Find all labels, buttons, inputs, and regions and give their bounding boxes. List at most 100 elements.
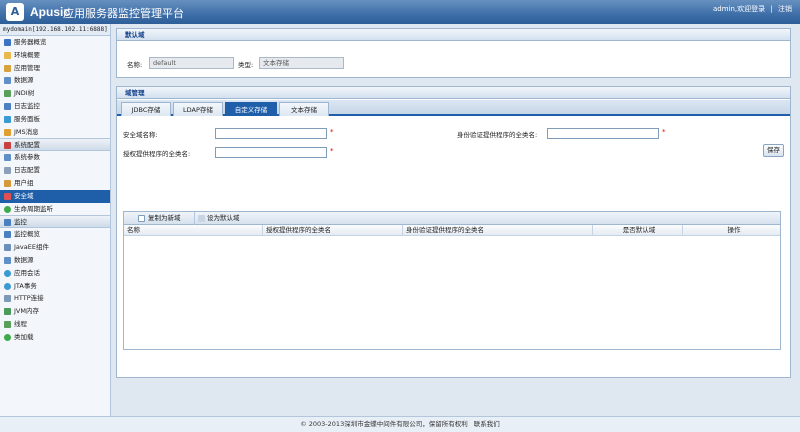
- welcome-text: 欢迎登录: [737, 5, 766, 13]
- sidebar-item-environment[interactable]: 环境概要: [0, 49, 110, 62]
- header-separator: |: [770, 5, 773, 13]
- sidebar-group-label: 监控: [14, 218, 27, 227]
- sidebar-item-sessions[interactable]: 应用会话: [0, 267, 110, 280]
- jndi-icon: [4, 90, 11, 98]
- sidebar-item-label: 环境概要: [14, 50, 40, 59]
- sidebar-item-user-group[interactable]: 用户组: [0, 177, 110, 190]
- main-content: 默认域 名称: default 类型: 文本存储 域管理 JDBC存储 LDAP…: [111, 24, 800, 416]
- sidebar-item-lifecycle[interactable]: 生命周期监听: [0, 203, 110, 216]
- jvm-icon: [4, 308, 11, 316]
- sidebar-item-label: 服务面板: [14, 114, 40, 123]
- copy-domain-label: 复制为新域: [148, 214, 181, 222]
- sidebar-item-monitor-datasource[interactable]: 数据源: [0, 254, 110, 267]
- column-auth-provider[interactable]: 身份验证提供程序的全类名: [403, 225, 593, 236]
- domain-management-panel: 域管理 JDBC存储 LDAP存储 自定义存储 文本存储 安全域名称: * 身份…: [116, 86, 791, 378]
- sidebar-item-http[interactable]: HTTP连接: [0, 292, 110, 305]
- tab-jdbc-storage[interactable]: JDBC存储: [121, 102, 171, 116]
- tab-ldap-storage[interactable]: LDAP存储: [173, 102, 223, 116]
- sidebar-item-label: 安全域: [14, 191, 34, 200]
- domain-name-label: 名称:: [127, 61, 143, 69]
- sidebar-item-label: HTTP连接: [14, 294, 44, 303]
- column-is-default[interactable]: 是否默认域: [593, 225, 683, 236]
- sidebar-item-label: 生命周期监听: [14, 204, 53, 213]
- sidebar-item-label: 系统参数: [14, 153, 40, 162]
- classloader-icon: [4, 333, 11, 341]
- logout-link[interactable]: 注销: [778, 5, 792, 13]
- authz-provider-input[interactable]: [215, 147, 327, 158]
- set-default-icon: [198, 215, 205, 222]
- default-domain-panel: 默认域 名称: default 类型: 文本存储: [116, 28, 791, 78]
- footer: © 2003-2013深圳市金蝶中间件有限公司，保留所有权利 联系我们: [0, 416, 800, 432]
- datasource-icon: [4, 77, 11, 85]
- sidebar-group-system-config[interactable]: 系统配置: [0, 138, 110, 152]
- username: admin,: [713, 5, 738, 13]
- sidebar-item-server-overview[interactable]: 服务器概览: [0, 36, 110, 49]
- http-icon: [4, 295, 11, 303]
- sidebar-group-monitor[interactable]: 监控: [0, 215, 110, 229]
- sidebar-item-system-params[interactable]: 系统参数: [0, 151, 110, 164]
- sidebar-item-jvm[interactable]: JVM内存: [0, 305, 110, 318]
- contact-link[interactable]: 联系我们: [474, 420, 500, 428]
- column-name[interactable]: 名称: [124, 225, 263, 236]
- save-button[interactable]: 保存: [763, 144, 784, 157]
- sidebar-item-label: JNDI树: [14, 89, 35, 98]
- security-domain-name-label: 安全域名称:: [123, 131, 158, 139]
- column-actions[interactable]: 操作: [683, 225, 782, 236]
- session-icon: [4, 269, 11, 277]
- domain-type-field: 文本存储: [259, 57, 344, 69]
- sidebar-item-javaee[interactable]: JavaEE组件: [0, 241, 110, 254]
- sidebar-item-label: 日志配置: [14, 166, 40, 175]
- grid-header: 名称 授权提供程序的全类名 身份验证提供程序的全类名 是否默认域 操作: [124, 225, 780, 236]
- sidebar-item-label: 应用会话: [14, 268, 40, 277]
- domain-node[interactable]: mydomain[192.168.102.11:6888]: [0, 24, 110, 36]
- security-icon: [4, 192, 11, 200]
- sidebar-item-monitor-overview[interactable]: 监控概览: [0, 228, 110, 241]
- auth-provider-input[interactable]: [547, 128, 659, 139]
- domain-type-label: 类型:: [238, 61, 254, 69]
- storage-tabs: JDBC存储 LDAP存储 自定义存储 文本存储: [117, 100, 790, 116]
- log-config-icon: [4, 167, 11, 175]
- sidebar-item-jndi[interactable]: JNDI树: [0, 87, 110, 100]
- datasource-icon: [4, 256, 11, 264]
- environment-icon: [4, 51, 11, 59]
- user-group-icon: [4, 179, 11, 187]
- required-mark: *: [662, 128, 666, 136]
- sidebar-item-label: 监控概览: [14, 230, 40, 239]
- monitor-overview-icon: [4, 231, 11, 239]
- domain-grid: 复制为新域 设为默认域 名称 授权提供程序的全类名 身份验证提供程序的全类名 是…: [123, 211, 781, 350]
- sidebar-item-label: 服务器概览: [14, 38, 47, 46]
- sidebar-item-label: JVM内存: [14, 307, 39, 316]
- sidebar-item-applications[interactable]: 应用管理: [0, 62, 110, 75]
- sidebar-item-classloader[interactable]: 类加载: [0, 331, 110, 344]
- copy-domain-button[interactable]: 复制为新域: [138, 212, 181, 225]
- sidebar-item-datasource[interactable]: 数据源: [0, 74, 110, 87]
- set-default-label: 设为默认域: [207, 214, 240, 222]
- sidebar-item-jms[interactable]: JMS消息: [0, 126, 110, 139]
- sidebar-item-threads[interactable]: 线程: [0, 318, 110, 331]
- lifecycle-icon: [4, 205, 11, 213]
- sidebar-item-label: JMS消息: [14, 127, 39, 136]
- tab-custom-storage[interactable]: 自定义存储: [225, 102, 277, 116]
- auth-provider-label: 身份验证提供程序的全类名:: [457, 131, 538, 139]
- set-default-domain-button[interactable]: 设为默认域: [194, 212, 240, 225]
- sidebar-item-jta[interactable]: JTA事务: [0, 280, 110, 293]
- sidebar-item-security-domain[interactable]: 安全域: [0, 189, 110, 203]
- sidebar-item-service-panel[interactable]: 服务面板: [0, 113, 110, 126]
- javaee-icon: [4, 244, 11, 252]
- sidebar-item-label: 线程: [14, 319, 27, 328]
- grid-toolbar: 复制为新域 设为默认域: [124, 212, 780, 225]
- required-mark: *: [330, 147, 334, 155]
- sidebar-item-label: 用户组: [14, 178, 34, 187]
- domain-management-title: 域管理: [117, 87, 790, 99]
- default-domain-title: 默认域: [117, 29, 790, 41]
- sidebar-item-log-monitor[interactable]: 日志监控: [0, 100, 110, 113]
- column-authz-provider[interactable]: 授权提供程序的全类名: [263, 225, 403, 236]
- security-domain-name-input[interactable]: [215, 128, 327, 139]
- sidebar-item-label: 应用管理: [14, 63, 40, 72]
- sidebar-item-log-config[interactable]: 日志配置: [0, 164, 110, 177]
- tab-text-storage[interactable]: 文本存储: [279, 102, 329, 116]
- sidebar-group-label: 系统配置: [14, 141, 40, 150]
- app-title: 应用服务器监控管理平台: [63, 7, 184, 20]
- authz-provider-label: 授权提供程序的全类名:: [123, 150, 191, 158]
- domain-name-field: default: [149, 57, 234, 69]
